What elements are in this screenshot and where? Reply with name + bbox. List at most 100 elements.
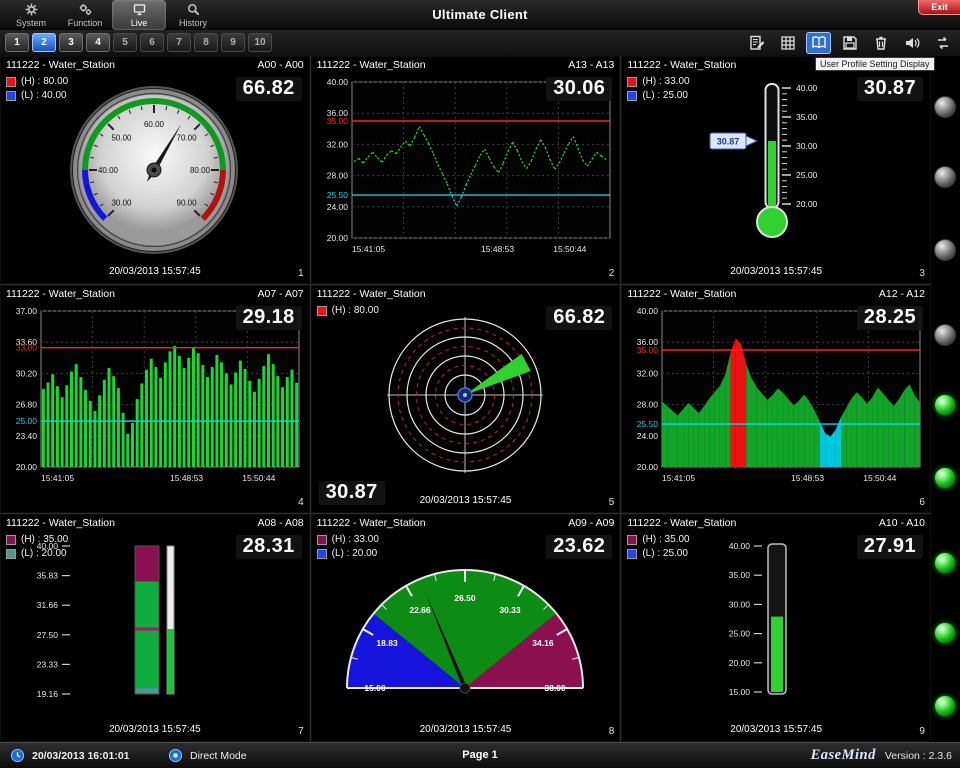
page-tab-2[interactable]: 2: [32, 33, 56, 52]
legend-item: (H) : 33.00: [317, 534, 379, 545]
led-indicator-2[interactable]: [934, 166, 956, 188]
legend-color-swatch: [627, 549, 637, 559]
version-label: Version : 2.3.6: [885, 750, 952, 762]
panel-3: 111222 - Water_Station(H) : 33.00(L) : 2…: [621, 56, 931, 284]
status-bar: 20/03/2013 16:01:01 Direct Mode Page 1 E…: [0, 742, 960, 768]
toolbar-grid-view-button[interactable]: [775, 32, 800, 54]
panel-legend: (H) : 35.00(L) : 25.00: [627, 534, 689, 562]
page-tabs: 12345678910: [5, 33, 272, 52]
svg-text:31.66: 31.66: [37, 600, 59, 610]
led-indicator-3[interactable]: [934, 239, 956, 261]
svg-text:20.00: 20.00: [16, 462, 38, 472]
svg-text:50.00: 50.00: [111, 133, 132, 142]
panel-station-label: 111222 - Water_Station: [627, 517, 736, 529]
save-icon: [841, 34, 859, 52]
page-tab-8[interactable]: 8: [194, 33, 218, 52]
panel-index: 5: [609, 497, 615, 508]
panel-index: 9: [919, 726, 925, 737]
svg-text:22.66: 22.66: [409, 605, 431, 615]
legend-color-swatch: [6, 549, 16, 559]
svg-text:34.16: 34.16: [532, 638, 554, 648]
svg-text:15:41:05: 15:41:05: [662, 473, 695, 483]
svg-text:40.00: 40.00: [98, 166, 119, 175]
svg-text:35.83: 35.83: [37, 571, 59, 581]
led-indicator-8[interactable]: [934, 622, 956, 644]
panel-channel-label: A13 - A13: [568, 59, 614, 71]
svg-text:30.00: 30.00: [796, 141, 818, 151]
page-tab-5[interactable]: 5: [113, 33, 137, 52]
toolbar-delete-button[interactable]: [868, 32, 893, 54]
page-tab-1[interactable]: 1: [5, 33, 29, 52]
svg-text:23.40: 23.40: [16, 431, 38, 441]
legend-color-swatch: [317, 306, 327, 316]
panel-legend: (H) : 33.00 (L) : 20.00: [317, 534, 379, 562]
led-indicator-7[interactable]: [934, 552, 956, 574]
svg-text:80.00: 80.00: [190, 166, 211, 175]
svg-text:26.50: 26.50: [454, 593, 476, 603]
page-tab-4[interactable]: 4: [86, 33, 110, 52]
radar-widget: [314, 303, 616, 491]
panel-channel-label: A12 - A12: [879, 288, 925, 300]
svg-text:15:50:44: 15:50:44: [242, 473, 275, 483]
toolbar-save-button[interactable]: [837, 32, 862, 54]
panel-7: 111222 - Water_StationA08 - A08(H) : 35.…: [0, 514, 310, 742]
svg-text:15:48:53: 15:48:53: [481, 244, 514, 254]
legend-item: (H) : 35.00: [6, 534, 68, 545]
panel-index: 4: [298, 497, 304, 508]
legend-item: (L) : 20.00: [6, 548, 68, 559]
panel-timestamp: 20/03/2013 15:57:45: [0, 266, 310, 277]
svg-text:15.00: 15.00: [729, 687, 751, 697]
toolbar-user-profile-button[interactable]: [806, 32, 831, 54]
page-tab-7[interactable]: 7: [167, 33, 191, 52]
panel-index: 6: [919, 497, 925, 508]
led-indicator-1[interactable]: [934, 96, 956, 118]
brand-logo: EaseMind: [811, 747, 876, 764]
page-tab-9[interactable]: 9: [221, 33, 245, 52]
page-tab-6[interactable]: 6: [140, 33, 164, 52]
svg-text:60.00: 60.00: [144, 120, 165, 129]
panel-legend: (H) : 80.00: [317, 305, 379, 319]
panel-channel-label: A07 - A07: [258, 288, 304, 300]
tab-strip: 12345678910: [0, 30, 960, 56]
svg-text:19.16: 19.16: [37, 689, 59, 699]
legend-color-swatch: [627, 91, 637, 101]
panel-legend: (H) : 35.00 (L) : 20.00: [6, 534, 68, 562]
legend-item: (L) : 20.00: [317, 548, 379, 559]
panel-index: 1: [298, 268, 304, 279]
led-indicator-5[interactable]: [934, 394, 956, 416]
led-column: [931, 56, 960, 742]
page-tab-10[interactable]: 10: [248, 33, 272, 52]
led-indicator-9[interactable]: [934, 695, 956, 717]
led-indicator-6[interactable]: [934, 467, 956, 489]
legend-label: (L) : 20.00: [332, 548, 378, 559]
legend-label: (H) : 35.00: [642, 534, 689, 545]
page-tab-3[interactable]: 3: [59, 33, 83, 52]
toolbar-sound-button[interactable]: [899, 32, 924, 54]
panel-station-label: 111222 - Water_Station: [6, 288, 115, 300]
legend-color-swatch: [627, 535, 637, 545]
panel-timestamp: 20/03/2013 15:57:45: [311, 724, 621, 735]
panel-channel-label: A08 - A08: [258, 517, 304, 529]
svg-text:35.00: 35.00: [729, 570, 751, 580]
panel-grid: 111222 - Water_StationA00 - A00(H) : 80.…: [0, 56, 931, 742]
svg-text:25.50: 25.50: [326, 190, 348, 200]
svg-text:24.00: 24.00: [637, 431, 659, 441]
svg-text:25.50: 25.50: [637, 419, 659, 429]
legend-item: (H) : 80.00: [6, 76, 68, 87]
svg-text:30.87: 30.87: [717, 136, 740, 146]
toolbar-switch-button[interactable]: [930, 32, 955, 54]
led-indicator-4[interactable]: [934, 324, 956, 346]
svg-text:30.33: 30.33: [499, 605, 521, 615]
svg-text:18.83: 18.83: [376, 638, 398, 648]
speaker-icon: [903, 34, 921, 52]
toolbar-profile-edit-button[interactable]: [744, 32, 769, 54]
legend-label: (H) : 33.00: [642, 76, 689, 87]
legend-color-swatch: [317, 549, 327, 559]
exit-button[interactable]: Exit: [918, 0, 960, 15]
toolbar-tooltip: User Profile Setting Display: [815, 57, 935, 71]
svg-text:28.00: 28.00: [326, 171, 348, 181]
legend-label: (H) : 35.00: [21, 534, 68, 545]
legend-item: (L) : 40.00: [6, 90, 68, 101]
panel-2: 111222 - Water_StationA13 - A1340.0036.0…: [311, 56, 621, 284]
panel-channel-label: A10 - A10: [879, 517, 925, 529]
